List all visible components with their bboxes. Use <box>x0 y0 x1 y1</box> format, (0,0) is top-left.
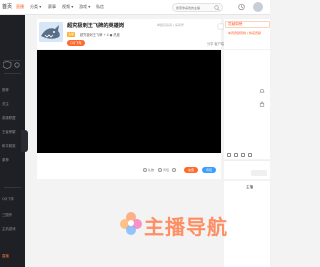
sidebar-item-sanguosha[interactable]: 三国杀 <box>2 212 12 217</box>
toggle-knob <box>218 24 223 29</box>
send-button[interactable] <box>251 170 267 176</box>
streamer-list-title: 主播 <box>246 185 254 189</box>
streamer-meta: 超究极刺王飞牌 ⚡ 4 ● 热度 <box>80 33 120 37</box>
gift-label[interactable]: 礼物 <box>148 168 154 172</box>
shark-avatar-icon <box>39 22 63 42</box>
sidebar-item-lol[interactable]: 英雄联盟 <box>2 115 16 120</box>
chat-input-area[interactable] <box>224 160 270 179</box>
sidebar-divider <box>4 60 21 61</box>
gift-small-icon[interactable] <box>248 153 252 157</box>
sidebar-item-pubg[interactable]: 和平精英 <box>2 143 16 148</box>
top-navigation-bar: 首页 直播 分类 ▾ 赛事 视频 ▾ 游戏 ▾ 私信 <box>0 0 270 15</box>
nav-category[interactable]: 分类 ▾ <box>30 4 41 10</box>
room-report-link[interactable]: 举报该房间 | 房间号 <box>157 23 184 27</box>
sidebar-item-console[interactable]: 主机游戏 <box>2 226 16 231</box>
room-title: 超究极刺王飞牌的英雄岗 <box>67 23 125 29</box>
nav-events[interactable]: 赛事 <box>48 4 56 10</box>
room-header: 超究极刺王飞牌的英雄岗 举报该房间 | 房间号 主播 超究极刺王飞牌 ⚡ 4 ●… <box>37 19 231 49</box>
history-icon[interactable] <box>238 3 245 11</box>
nav-video[interactable]: 视频 ▾ <box>62 4 73 10</box>
nav-messages[interactable]: 私信 <box>96 4 104 10</box>
backpack-icon[interactable] <box>158 168 162 172</box>
streamer-avatar[interactable] <box>39 22 63 42</box>
video-player[interactable] <box>37 50 221 153</box>
sidebar-item-live[interactable]: 直播 <box>2 253 9 258</box>
search-icon[interactable] <box>214 5 220 11</box>
sidebar-item-qqspeed[interactable]: QQ飞车 <box>2 196 14 201</box>
contribution-tab[interactable]: 贡献周榜 <box>228 22 242 27</box>
bag-button[interactable]: 背包 <box>202 167 216 173</box>
sidebar-item-recommend[interactable]: 推荐 <box>2 87 9 92</box>
gift-icon[interactable] <box>143 168 147 172</box>
recharge-button[interactable]: 充值 <box>184 167 198 173</box>
lock-icon[interactable] <box>259 101 265 107</box>
home-link[interactable]: 首页 <box>2 3 12 10</box>
sidebar-item-genshin[interactable]: 原神 <box>2 157 9 162</box>
sidebar-item-follow[interactable]: 关注 <box>2 101 9 106</box>
sidebar-divider <box>4 73 21 74</box>
watermark: 主播导航 <box>118 209 230 239</box>
streamer-list-panel: 主播 <box>224 181 270 267</box>
more-icon[interactable] <box>172 168 176 172</box>
search-box <box>172 3 223 12</box>
nav-games[interactable]: 游戏 ▾ <box>79 4 90 10</box>
category-tag[interactable]: QQ飞车 <box>67 40 85 46</box>
contribution-hint[interactable]: 本周贡献周榜 | 快来贡献 <box>228 31 261 35</box>
fan-icon[interactable] <box>241 153 245 157</box>
bell-icon[interactable] <box>259 88 265 94</box>
gift-toolbar: 礼物 背包 更多 充值 背包 <box>37 153 221 179</box>
flower-logo-icon <box>120 212 142 235</box>
sidebar-item-kings[interactable]: 王者荣耀 <box>2 129 16 134</box>
search-input[interactable] <box>176 5 214 11</box>
nav-live[interactable]: 直播 <box>16 4 24 10</box>
sidebar-divider <box>4 187 21 188</box>
watermark-text: 主播导航 <box>144 215 228 239</box>
streamer-badge: 主播 <box>67 32 76 37</box>
sidebar-shield-icon[interactable] <box>3 61 23 69</box>
sidebar-collapse-handle[interactable] <box>21 130 28 152</box>
emoji-icon[interactable] <box>227 153 231 157</box>
contribution-panel: 贡献周榜 本周贡献周榜 | 快来贡献 <box>224 19 270 49</box>
chat-tools <box>224 150 270 159</box>
backpack-label[interactable]: 背包 <box>163 168 169 172</box>
chat-area[interactable] <box>224 50 270 158</box>
image-icon[interactable] <box>234 153 238 157</box>
user-avatar[interactable] <box>253 2 263 12</box>
